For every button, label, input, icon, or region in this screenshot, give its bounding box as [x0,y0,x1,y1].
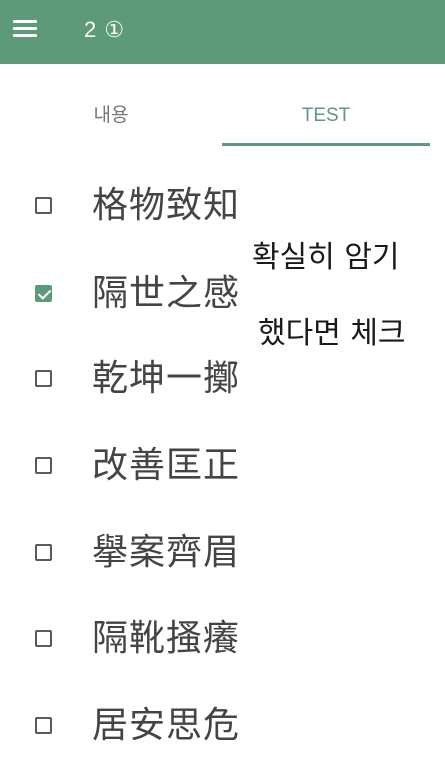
list-item[interactable]: 隔世之感 [0,250,260,330]
item-label: 居安思危 [92,705,241,746]
tab-content[interactable]: 내용 [0,64,222,148]
item-checkbox[interactable] [35,544,52,561]
item-label: 隔世之感 [92,273,241,314]
item-label: 隔靴搔癢 [92,618,241,659]
active-tab-indicator [222,143,430,146]
item-checkbox[interactable] [35,457,52,474]
menu-line [13,34,37,37]
list-item[interactable]: 隔靴搔癢 [0,595,260,675]
tab-test[interactable]: TEST [222,64,430,148]
item-label: 乾坤一擲 [92,358,241,399]
item-checkbox[interactable] [35,630,52,647]
item-checkbox[interactable] [35,717,52,734]
list-item[interactable]: 改善匡正 [0,422,260,502]
list-item[interactable]: 格物致知 [0,162,260,242]
item-label: 改善匡正 [92,445,241,486]
app-bar: 2 ① [0,0,445,64]
note-line-1: 확실히 암기 [252,240,400,275]
list-item[interactable]: 乾坤一擲 [0,335,260,415]
menu-line [13,20,37,23]
menu-line [13,27,37,30]
handwritten-note: 확실히 암기 했다면 체크 [252,238,445,354]
item-checkbox[interactable] [35,370,52,387]
note-line-2: 했다면 체크 [258,316,406,351]
list-item[interactable]: 擧案齊眉 [0,509,260,589]
item-checkbox[interactable] [35,197,52,214]
item-checkbox[interactable] [35,285,52,302]
list-item[interactable]: 居安思危 [0,682,260,762]
app-title: 2 ① [84,17,126,42]
tab-bar: 내용 TEST [0,64,445,148]
hamburger-menu-icon[interactable] [13,18,41,42]
item-label: 格物致知 [92,185,241,226]
item-label: 擧案齊眉 [92,532,241,573]
